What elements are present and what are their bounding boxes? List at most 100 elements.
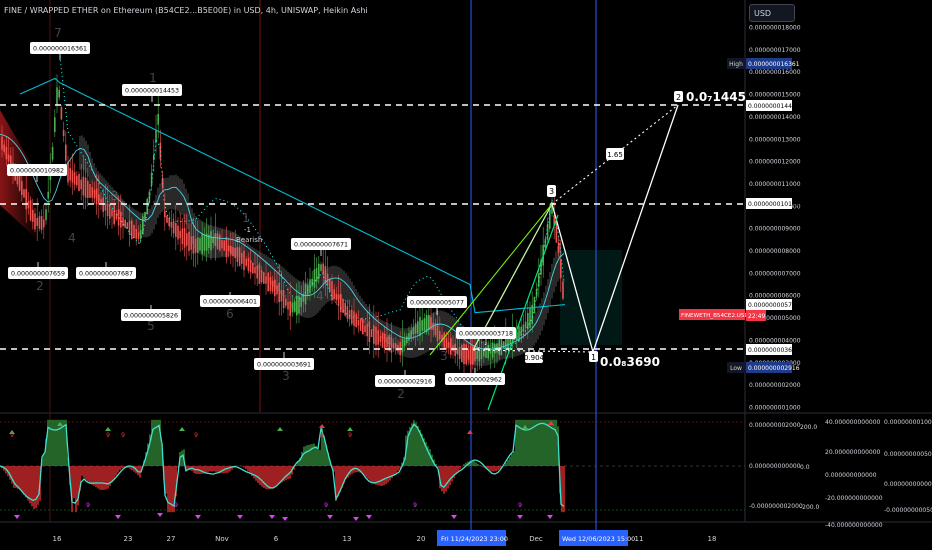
low-marker: 1 (591, 353, 596, 362)
pivot-label: 0.000000002962 (448, 376, 502, 383)
chart-canvas[interactable]: 2 0.0₇1445 1 0.0₈3690 1.65 0.904 3 Beari… (0, 0, 932, 550)
osc-axis2-label: 200.0 (800, 424, 817, 431)
osc-marker-nine: 9 (320, 432, 324, 439)
osc-marker-nine: 9 (106, 432, 110, 439)
price-tick-label: 0.000000012000 (749, 159, 801, 166)
osc-marker-nine: 9 (86, 502, 90, 509)
cursor-time-left: Fri 11/24/2023 23:00 (441, 535, 508, 543)
pivot-label: 0.000000002916 (378, 378, 432, 385)
peak-marker: 3 (549, 187, 554, 196)
osc-marker-nine: 9 (324, 502, 328, 509)
wave-digit: 3 (440, 349, 448, 363)
wave-digit: 1 (149, 71, 157, 85)
pivot-label: 0.000000005077 (410, 299, 464, 306)
ratio-up: 1.65 (607, 151, 623, 159)
wave-digit: 4 (68, 231, 76, 245)
pivot-label: 0.000000014453 (125, 87, 179, 94)
osc-axis4-label: 0.000000000500 (884, 451, 932, 458)
symbol-timer: 22:49 (748, 313, 765, 320)
level-value-10199: 0.000000010199 (748, 201, 800, 208)
low-value: 0.000000002916 (748, 365, 800, 372)
low-text: 0.0₈3690 (600, 355, 660, 369)
time-tick-label: 11 (635, 535, 644, 543)
wave-digit: 7 (54, 26, 62, 40)
time-tick-label: 20 (417, 535, 426, 543)
level-value-14450: 0.000000014450 (748, 103, 800, 110)
level-value-3692: 0.000000003692 (748, 347, 800, 354)
osc-axis3-label: 20.000000000000 (825, 449, 881, 456)
wave-digit: 2 (36, 279, 44, 293)
osc-axis2-label: -200.0 (800, 504, 820, 511)
osc-axis4-label: 0.000000001000 (884, 419, 932, 426)
osc-axis1-label: -0.000000002000 (749, 503, 803, 510)
pivot-label: 0.000000003718 (459, 330, 513, 337)
osc-marker-nine: 9 (174, 502, 178, 509)
pivot-label: 0.000000007671 (294, 241, 348, 248)
ratio-low: 0.904 (524, 354, 545, 362)
price-tick-label: 0.000000004000 (749, 337, 801, 344)
osc-marker-nine: 9 (518, 502, 522, 509)
wave-digit: 4 (316, 289, 324, 303)
price-tick-label: 0.000000016000 (749, 69, 801, 76)
osc-axis3-label: 0.000000000000 (825, 472, 877, 479)
oscillator-axes[interactable]: 0.000000002000 0.000000000000 -0.000000002… (749, 419, 932, 529)
price-tick-label: 0.000000001000 (749, 405, 801, 412)
price-tick-label: 0.000000006000 (749, 293, 801, 300)
time-tick-label: 16 (53, 535, 62, 543)
currency-button[interactable]: USD (749, 4, 795, 22)
price-tick-label: 0.000000018000 (749, 25, 801, 32)
low-label: Low (730, 365, 742, 372)
wave-digit: 3 (282, 369, 290, 383)
pivot-label: 0.000000006401 (203, 298, 257, 305)
price-tick-label: 0.000000002000 (749, 382, 801, 389)
osc-axis4-label: -0.000000000500 (884, 507, 932, 514)
osc-marker-nine: 9 (194, 432, 198, 439)
symbol-price: 0.000000005741 (748, 302, 800, 309)
time-tick-label: 18 (708, 535, 717, 543)
osc-marker-nine: 9 (121, 432, 125, 439)
osc-axis3-label: -20.000000000000 (825, 495, 883, 502)
time-tick-label: 27 (167, 535, 176, 543)
osc-axis1-label: 0.000000002000 (749, 422, 801, 429)
osc-axis3-label: 40.000000000000 (825, 419, 881, 426)
high-value: 0.000000016361 (748, 61, 800, 68)
target-marker: 2 (676, 93, 681, 102)
price-tick-label: 0.000000007000 (749, 270, 801, 277)
osc-axis1-label: 0.000000000000 (749, 463, 801, 470)
price-tick-label: 0.000000015000 (749, 92, 801, 99)
osc-marker-nine: 9 (348, 432, 352, 439)
time-tick-label: 23 (124, 535, 133, 543)
osc-axis2-label: 0.0 (800, 464, 810, 471)
wave-digit: 2 (397, 387, 405, 401)
price-tick-label: 0.000000008000 (749, 248, 801, 255)
high-label: High (729, 61, 743, 68)
osc-axis4-label: 0.000000000000 (884, 481, 932, 488)
osc-marker-nine: 9 (413, 502, 417, 509)
cursor-time-right: Wed 12/06/2023 15:00 (562, 535, 635, 543)
osc-axis3-label: -40.000000000000 (825, 522, 883, 529)
wave-digit: 5 (147, 319, 155, 333)
bearish-annotation: Bearish (236, 236, 262, 244)
time-tick-label: 6 (274, 535, 279, 543)
pivot-label: 0.000000007687 (79, 270, 133, 277)
price-tick-label: 0.000000011000 (749, 181, 801, 188)
price-tick-label: 0.000000014000 (749, 114, 801, 121)
wave-digit: 3 (111, 189, 119, 203)
time-tick-label: Nov (215, 535, 229, 543)
wave-digit: 1 (242, 211, 250, 225)
symbol-label: FINEWETH_B54CE2.USD (681, 313, 749, 319)
pivot-label: 0.000000016361 (33, 45, 87, 52)
time-tick-label: Dec (529, 535, 543, 543)
chart-title: FINE / WRAPPED ETHER on Ethereum (B54CE2… (4, 6, 368, 15)
target-text: 0.0₇1445 (686, 90, 746, 104)
osc-marker-nine: 9 (10, 432, 14, 439)
minus-one-annotation: -1 (244, 226, 251, 234)
wave-digit: 6 (226, 307, 234, 321)
time-tick-label: 13 (343, 535, 352, 543)
wave-digit: 5 (386, 333, 394, 347)
price-tick-label: 0.000000017000 (749, 47, 801, 54)
price-tick-label: 0.000000009000 (749, 226, 801, 233)
pivot-label: 0.000000003691 (257, 361, 311, 368)
price-tick-label: 0.000000013000 (749, 136, 801, 143)
pivot-label: 0.000000007659 (11, 270, 65, 277)
